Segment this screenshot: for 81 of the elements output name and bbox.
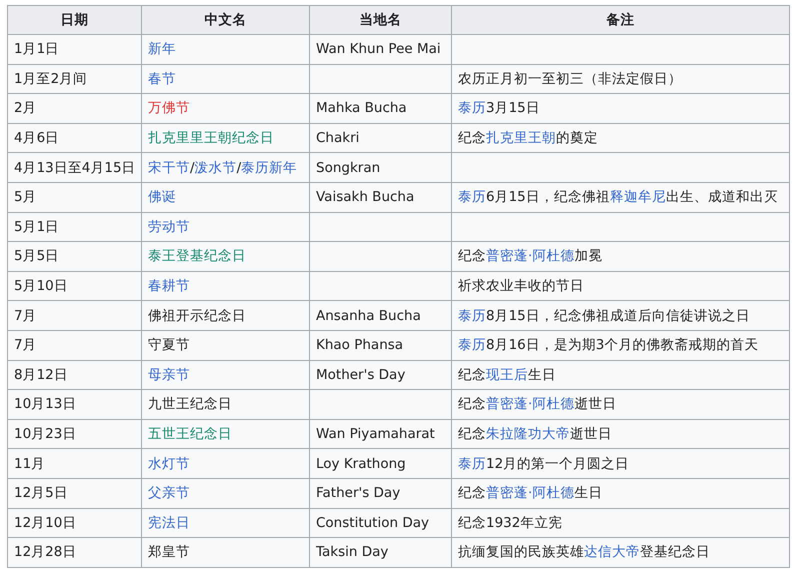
column-header: 日期: [8, 6, 142, 34]
table-cell: 2月: [8, 94, 142, 124]
link[interactable]: 泰历: [458, 456, 486, 472]
link[interactable]: 现王后: [486, 366, 528, 383]
link[interactable]: 水灯节: [148, 456, 190, 472]
link[interactable]: 泼水节: [194, 160, 237, 176]
table-cell: Father's Day: [310, 478, 452, 508]
column-header: 当地名: [310, 6, 452, 34]
table-cell: Mahka Bucha: [310, 94, 452, 124]
table-cell: 佛祖开示纪念日: [142, 300, 310, 330]
table-cell: 5月1日: [8, 212, 142, 242]
table-cell: Constitution Day: [310, 508, 452, 538]
table-cell: 1月1日: [8, 34, 142, 64]
table-cell: Vaisakh Bucha: [310, 182, 452, 212]
table-cell: 泰历8月15日，纪念佛祖成道后向信徒讲说之日: [452, 300, 790, 330]
table-cell: 5月: [8, 182, 142, 212]
table-cell: 4月13日至4月15日: [8, 152, 142, 182]
table-cell: Chakri: [310, 123, 452, 153]
table-cell: 纪念普密蓬·阿杜德生日: [452, 478, 790, 508]
link[interactable]: 宪法日: [148, 514, 190, 531]
table-cell: 泰历6月15日，纪念佛祖释迦牟尼出生、成道和出灭: [452, 182, 790, 212]
link[interactable]: 朱拉隆功大帝: [486, 426, 570, 442]
column-header: 备注: [452, 6, 790, 34]
link[interactable]: 泰历: [458, 308, 486, 324]
table-cell: 泰历8月16日，是为期3个月的佛教斋戒期的首天: [452, 330, 790, 360]
link[interactable]: 泰历: [458, 189, 486, 206]
table-cell: 泰历3月15日: [452, 94, 790, 124]
link[interactable]: 母亲节: [148, 366, 190, 383]
table-cell: 7月: [8, 330, 142, 360]
table-cell: Mother's Day: [310, 360, 452, 390]
table-cell: 纪念普密蓬·阿杜德逝世日: [452, 390, 790, 420]
table-cell: Loy Krathong: [310, 448, 452, 478]
table-cell: 抗缅复国的民族英雄达信大帝登基纪念日: [452, 538, 790, 568]
table-cell: 12月28日: [8, 538, 142, 568]
link[interactable]: 劳动节: [148, 218, 190, 235]
table-cell: 4月6日: [8, 123, 142, 153]
table-cell: 泰历12月的第一个月圆之日: [452, 448, 790, 478]
table-cell: 农历正月初一至初三（非法定假日）: [452, 64, 790, 94]
table-cell: 1月至2月间: [8, 64, 142, 94]
link[interactable]: 达信大帝: [584, 544, 640, 560]
table-cell: Wan Piyamaharat: [310, 419, 452, 449]
table-cell: 郑皇节: [142, 538, 310, 568]
link[interactable]: 泰历新年: [241, 160, 298, 176]
table-cell: 12月10日: [8, 508, 142, 538]
link[interactable]: 泰历: [458, 100, 486, 116]
table-cell: 纪念现王后生日: [452, 360, 790, 390]
table-cell: 10月23日: [8, 419, 142, 449]
link[interactable]: 普密蓬·阿杜德: [486, 248, 574, 264]
table-cell: 宋干节/泼水节/泰历新年: [142, 152, 310, 182]
link[interactable]: 佛诞: [148, 189, 176, 206]
table-cell: Songkran: [310, 152, 452, 182]
table-cell: 11月: [8, 448, 142, 478]
table-cell: Wan Khun Pee Mai: [310, 34, 452, 64]
table-cell: Taksin Day: [310, 538, 452, 568]
link[interactable]: 万佛节: [148, 100, 190, 116]
table-cell: 10月13日: [8, 390, 142, 420]
table-cell: Khao Phansa: [310, 330, 452, 360]
table-cell: 7月: [8, 300, 142, 330]
table-cell: 12月5日: [8, 478, 142, 508]
link[interactable]: 释迦牟尼: [610, 189, 666, 206]
link[interactable]: 泰历: [458, 337, 486, 354]
table-cell: 5月5日: [8, 242, 142, 272]
link[interactable]: 父亲节: [148, 485, 190, 502]
table-cell: Ansanha Bucha: [310, 300, 452, 330]
table-cell: 纪念朱拉隆功大帝逝世日: [452, 419, 790, 449]
link[interactable]: 春节: [148, 70, 176, 87]
link[interactable]: 宋干节: [148, 160, 190, 176]
table-cell: 纪念扎克里王朝的奠定: [452, 123, 790, 153]
link[interactable]: 新年: [148, 41, 176, 58]
link[interactable]: 扎克里王朝: [486, 130, 556, 146]
table-cell: 九世王纪念日: [142, 390, 310, 420]
link[interactable]: 普密蓬·阿杜德: [486, 396, 574, 412]
link[interactable]: 普密蓬·阿杜德: [486, 485, 574, 502]
table-cell: 纪念普密蓬·阿杜德加冕: [452, 242, 790, 272]
table-cell: 纪念1932年立宪: [452, 508, 790, 538]
table-cell: 守夏节: [142, 330, 310, 360]
table-cell: 8月12日: [8, 360, 142, 390]
column-header: 中文名: [142, 6, 310, 34]
table-cell: 5月10日: [8, 271, 142, 301]
table-cell: 祈求农业丰收的节日: [452, 271, 790, 301]
link[interactable]: 春耕节: [148, 278, 190, 294]
